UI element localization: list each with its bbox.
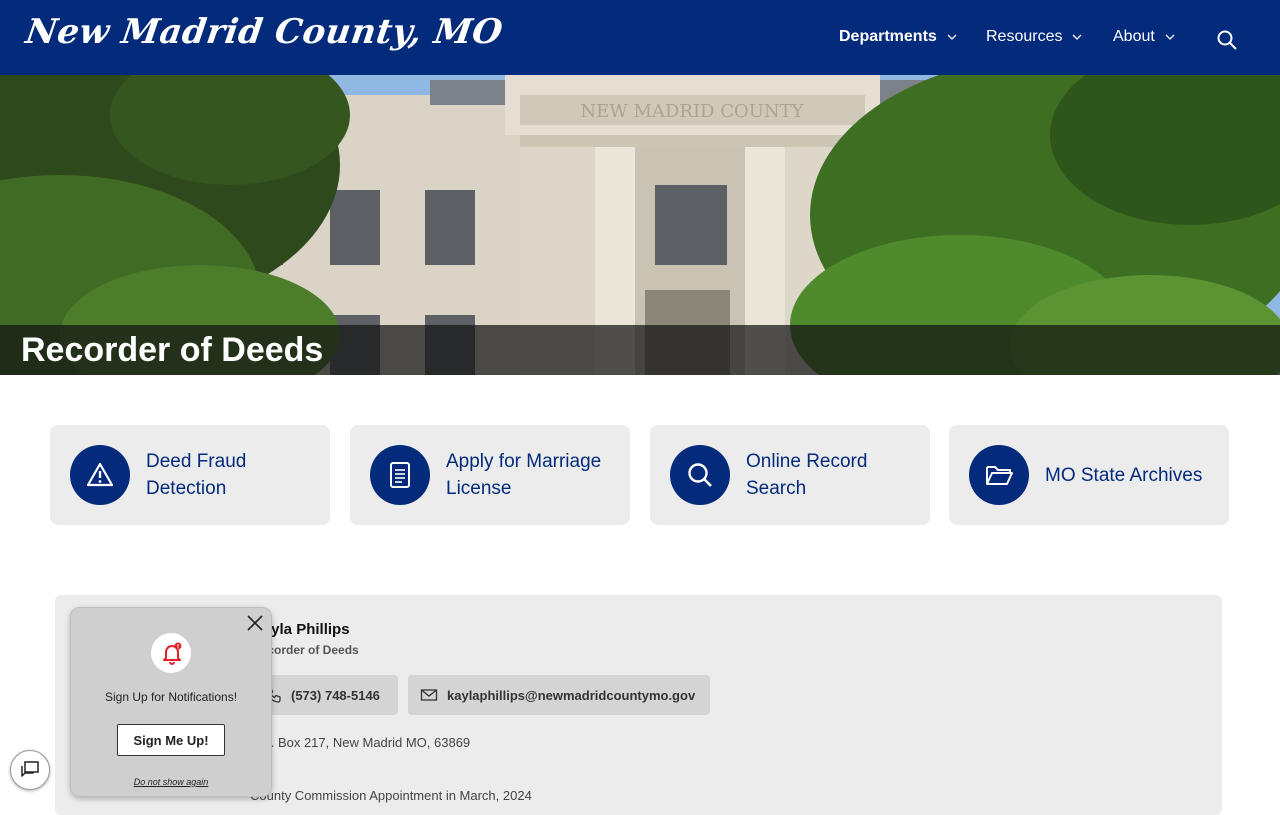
quick-link-label: Deed Fraud Detection: [146, 451, 247, 499]
quick-link-icon-circle: [969, 445, 1029, 505]
sign-me-up-button[interactable]: Sign Me Up!: [117, 724, 225, 756]
chevron-down-icon: [1073, 34, 1082, 40]
close-icon[interactable]: [246, 614, 264, 632]
email-address: kaylaphillips@newmadridcountymo.gov: [447, 687, 696, 703]
email-button[interactable]: kaylaphillips@newmadridcountymo.gov: [408, 675, 710, 715]
notification-popup: Sign Up for Notifications! Sign Me Up! D…: [70, 607, 272, 797]
quick-link-state-archives[interactable]: MO State Archives: [949, 425, 1229, 525]
site-header: New Madrid County, MO Departments Resour…: [0, 0, 1280, 75]
warning-icon: [86, 462, 114, 487]
nav-departments[interactable]: Departments: [839, 28, 957, 46]
nav-resources[interactable]: Resources: [986, 28, 1082, 46]
site-logo[interactable]: New Madrid County, MO: [23, 12, 505, 52]
page-title: Recorder of Deeds: [21, 331, 324, 369]
quick-link-deed-fraud[interactable]: Deed Fraud Detection: [50, 425, 330, 525]
chevron-down-icon: [1165, 34, 1175, 40]
quick-link-icon-circle: [70, 445, 130, 505]
nav-departments-label: Departments: [839, 28, 937, 45]
search-icon[interactable]: [1216, 29, 1238, 51]
phone-number: (573) 748-5146: [291, 687, 380, 703]
nav-about-label: About: [1113, 28, 1155, 45]
bell-icon: [163, 642, 182, 665]
quick-link-label: Online Record Search: [746, 451, 868, 499]
do-not-show-again-link[interactable]: Do not show again: [71, 777, 271, 787]
hero-banner: NEW MADRID COUNTY Recorder of Deeds: [0, 75, 1280, 375]
appointment-note: County Commission Appointment in March, …: [250, 788, 532, 803]
document-icon: [390, 462, 410, 488]
chat-button[interactable]: [10, 750, 50, 790]
chat-icon: [21, 761, 39, 777]
nav-about[interactable]: About: [1113, 28, 1175, 46]
phone-button[interactable]: (573) 748-5146: [252, 675, 398, 715]
popup-message: Sign Up for Notifications!: [104, 690, 238, 704]
mailing-address: P.O. Box 217, New Madrid MO, 63869: [250, 735, 471, 750]
envelope-icon: [420, 689, 438, 701]
quick-link-label: MO State Archives: [1045, 464, 1203, 486]
building-inscription: NEW MADRID COUNTY: [580, 101, 804, 122]
quick-link-label: Apply for Marriage License: [446, 451, 602, 499]
search-icon: [688, 463, 712, 487]
quick-link-icon-circle: [370, 445, 430, 505]
bell-icon-circle: [151, 633, 191, 673]
chevron-down-icon: [947, 34, 957, 40]
nav-resources-label: Resources: [986, 28, 1063, 45]
folder-icon: [986, 466, 1013, 485]
quick-link-marriage-license[interactable]: Apply for Marriage License: [350, 425, 630, 525]
quick-link-icon-circle: [670, 445, 730, 505]
quick-link-record-search[interactable]: Online Record Search: [650, 425, 930, 525]
